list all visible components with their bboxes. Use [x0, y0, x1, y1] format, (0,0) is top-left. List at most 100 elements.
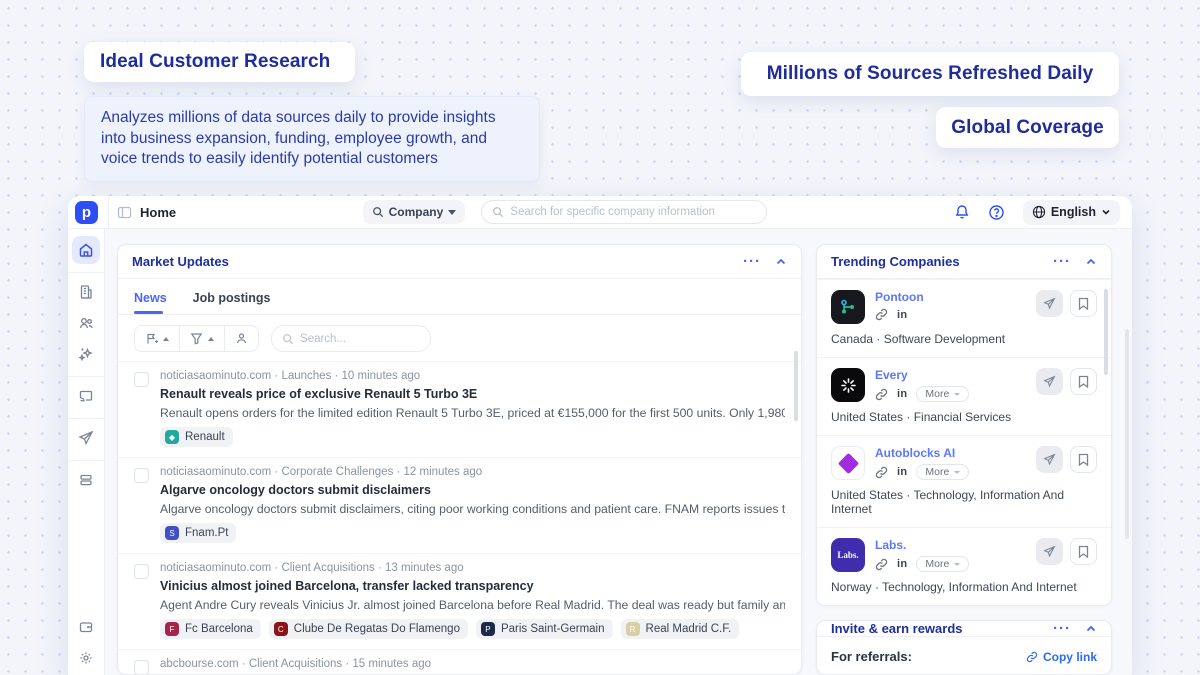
bookmark-company-button[interactable]	[1070, 538, 1097, 565]
news-checkbox[interactable]	[134, 372, 149, 387]
send-company-button[interactable]	[1036, 290, 1063, 317]
divider	[108, 196, 109, 229]
more-options-icon[interactable]: ···	[1053, 624, 1071, 634]
sort-button[interactable]	[135, 326, 179, 351]
callout-description-text: Analyzes millions of data sources daily …	[101, 108, 523, 170]
news-checkbox[interactable]	[134, 660, 149, 674]
company-name-link[interactable]: Labs.	[875, 538, 1026, 552]
company-logo: P	[481, 622, 495, 636]
callout-title: Global Coverage	[951, 117, 1104, 139]
send-company-button[interactable]	[1036, 368, 1063, 395]
company-card[interactable]: Autoblocks AI in More	[817, 435, 1111, 527]
company-card[interactable]: Pontoon in	[817, 279, 1111, 357]
tab-job-postings[interactable]: Job postings	[193, 291, 271, 314]
more-button[interactable]: More	[916, 386, 969, 402]
collapse-chevron-icon[interactable]	[1085, 623, 1097, 635]
company-name-link[interactable]: Every	[875, 368, 1026, 382]
sidebar-item-send[interactable]	[72, 424, 100, 452]
company-filter-select[interactable]: Company	[363, 200, 466, 224]
company-name-link[interactable]: Pontoon	[875, 290, 1026, 304]
company-tag[interactable]: FFc Barcelona	[160, 619, 261, 639]
sidebar-item-contacts[interactable]	[72, 309, 100, 337]
people-icon	[78, 315, 95, 332]
chevron-down-icon	[954, 563, 960, 566]
company-tag[interactable]: PParis Saint-Germain	[476, 619, 613, 639]
news-item[interactable]: noticiasaominuto.com · Corporate Challen…	[118, 457, 801, 553]
bookmark-company-button[interactable]	[1070, 446, 1097, 473]
language-selector[interactable]: English	[1023, 200, 1120, 225]
linkedin-icon[interactable]: in	[897, 466, 907, 478]
paper-plane-icon	[1043, 375, 1056, 388]
filter-button[interactable]	[180, 326, 224, 351]
news-title[interactable]: Vinicius almost joined Barcelona, transf…	[160, 579, 785, 593]
caret-up-icon	[208, 337, 214, 341]
company-card[interactable]: Every in More	[817, 357, 1111, 435]
news-item[interactable]: abcbourse.com · Client Acquisitions · 15…	[118, 649, 801, 674]
trending-header: Trending Companies ···	[817, 245, 1111, 279]
copy-link-button[interactable]: Copy link	[1026, 650, 1097, 664]
company-tag[interactable]: SFnam.Pt	[160, 523, 236, 543]
page-scrollbar[interactable]	[1125, 329, 1129, 539]
news-search-input[interactable]: Search...	[271, 325, 431, 352]
bookmark-company-button[interactable]	[1070, 290, 1097, 317]
callout-description: Analyzes millions of data sources daily …	[84, 96, 540, 182]
company-logo: C	[274, 622, 288, 636]
collapse-chevron-icon[interactable]	[1085, 256, 1097, 268]
app-logo[interactable]: p	[75, 201, 98, 224]
sidebar-toggle-icon[interactable]	[117, 205, 132, 220]
company-logo	[831, 290, 865, 324]
panel-title: Invite & earn rewards	[831, 621, 963, 636]
tab-news[interactable]: News	[134, 291, 167, 314]
website-link-icon[interactable]	[875, 466, 888, 479]
company-tag[interactable]: RReal Madrid C.F.	[621, 619, 740, 639]
callout-ideal-customer-research: Ideal Customer Research	[84, 42, 355, 82]
company-location: United States · Financial Services	[831, 410, 1097, 424]
news-title[interactable]: Algarve oncology doctors submit disclaim…	[160, 483, 785, 497]
panel-title: Market Updates	[132, 254, 229, 269]
sidebar-item-wallet[interactable]	[72, 613, 100, 641]
people-filter-button[interactable]	[225, 326, 258, 351]
notifications-bell-icon[interactable]	[954, 204, 970, 220]
news-scrollbar[interactable]	[794, 351, 798, 421]
website-link-icon[interactable]	[875, 558, 888, 571]
more-button[interactable]: More	[916, 464, 969, 480]
company-tag-label: Clube De Regatas Do Flamengo	[294, 623, 460, 635]
news-checkbox[interactable]	[134, 468, 149, 483]
more-button[interactable]: More	[916, 556, 969, 572]
company-tag[interactable]: C Clube De Regatas Do Flamengo	[269, 619, 468, 639]
sidebar-item-home[interactable]	[72, 236, 100, 264]
linkedin-icon[interactable]: in	[897, 558, 907, 570]
bookmark-company-button[interactable]	[1070, 368, 1097, 395]
company-logo: F	[165, 622, 179, 636]
collapse-chevron-icon[interactable]	[775, 256, 787, 268]
sidebar-item-ai[interactable]	[72, 340, 100, 368]
sidebar-item-lists[interactable]	[72, 466, 100, 494]
linkedin-icon[interactable]: in	[897, 309, 907, 321]
news-item[interactable]: noticiasaominuto.com · Client Acquisitio…	[118, 553, 801, 649]
more-options-icon[interactable]: ···	[743, 257, 761, 267]
news-description: Renault opens orders for the limited edi…	[160, 406, 785, 420]
linkedin-icon[interactable]: in	[897, 388, 907, 400]
news-item[interactable]: noticiasaominuto.com · Launches · 10 min…	[118, 361, 801, 457]
news-title[interactable]: Renault reveals price of exclusive Renau…	[160, 387, 785, 401]
more-options-icon[interactable]: ···	[1053, 257, 1071, 267]
trending-scrollbar[interactable]	[1104, 289, 1108, 375]
global-search-input[interactable]: Search for specific company information	[481, 200, 767, 224]
sidebar-item-screen[interactable]	[72, 382, 100, 410]
send-company-button[interactable]	[1036, 446, 1063, 473]
sidebar-item-companies[interactable]	[72, 278, 100, 306]
website-link-icon[interactable]	[875, 388, 888, 401]
help-icon[interactable]	[988, 204, 1005, 221]
news-checkbox[interactable]	[134, 564, 149, 579]
news-source: noticiasaominuto.com · Launches · 10 min…	[160, 370, 785, 382]
website-link-icon[interactable]	[875, 308, 888, 321]
send-company-button[interactable]	[1036, 538, 1063, 565]
callout-title: Ideal Customer Research	[100, 51, 330, 73]
sidebar-item-settings[interactable]	[72, 644, 100, 672]
company-name-link[interactable]: Autoblocks AI	[875, 446, 1026, 460]
main-content: Market Updates ··· News Job postings	[105, 229, 1132, 675]
stacked-rows-icon	[78, 472, 94, 488]
company-tag[interactable]: ◆Renault	[160, 427, 233, 447]
language-label: English	[1051, 205, 1096, 219]
company-card[interactable]: Labs. Labs. in More	[817, 527, 1111, 605]
